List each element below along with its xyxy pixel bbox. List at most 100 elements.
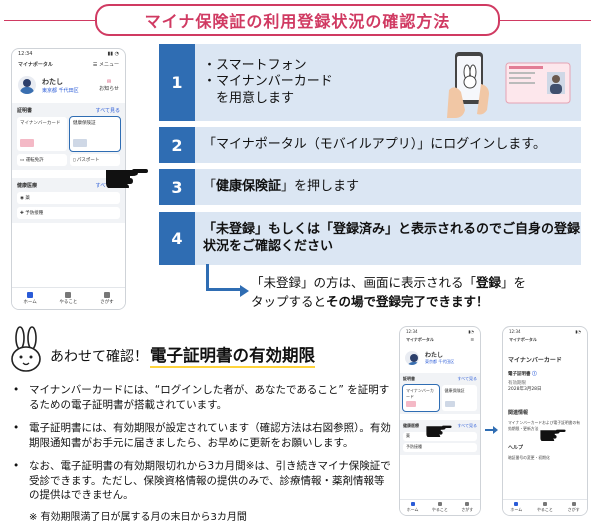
small-card-icon <box>406 401 416 407</box>
mynumber-card-tile[interactable]: マイナンバーカード <box>17 117 67 151</box>
medicine-tile[interactable]: ◉ 薬 <box>17 192 120 204</box>
detail-help-link[interactable]: 暗証番号の変更・初期化 <box>503 453 587 463</box>
small-search-icon <box>465 502 470 506</box>
small-user-name: わたし <box>425 352 444 359</box>
connector-arrow-head <box>240 285 249 297</box>
note-l2-b: その場で登録完了できます！ <box>326 293 489 309</box>
step-2-number: 2 <box>159 127 195 163</box>
title-line-left <box>4 20 95 21</box>
license-tile[interactable]: ▭ 運転免許 <box>17 154 67 166</box>
step-1-line-2: ・マイナンバーカード <box>203 74 333 90</box>
inbox-label: お知らせ <box>99 85 119 92</box>
menu-label: メニュー <box>98 62 119 68</box>
page-title-text: マイナ保険証の利用登録状況の確認方法 <box>144 12 451 31</box>
section-pre: あわせて確認！ <box>50 349 148 365</box>
step-2-text: 「マイナポータル（モバイルアプリ）」にログインします。 <box>203 136 546 152</box>
small-home-time: 12:34 <box>406 329 418 334</box>
medicine-label: 薬 <box>25 196 30 201</box>
todo-icon <box>65 292 72 298</box>
step-4-line-2: 状況をご確認ください <box>203 238 334 254</box>
vaccine-label: 予防接種 <box>25 211 44 216</box>
pointing-hand-icon <box>106 169 148 188</box>
small-vaccine-tile[interactable]: 予防接種 <box>403 443 477 452</box>
nav-search[interactable]: さがす <box>100 292 114 305</box>
small-avatar <box>405 350 419 365</box>
inbox-button[interactable]: ✉ お知らせ <box>99 79 119 92</box>
page-title: マイナ保険証の利用登録状況の確認方法 <box>95 4 500 36</box>
status-time: 12:34 <box>18 51 33 57</box>
mynumber-card-icon <box>505 62 571 104</box>
step-3-text: 「健康保険証 」を押します <box>203 169 359 205</box>
insurance-card-icon <box>73 139 87 147</box>
search-icon <box>103 292 110 298</box>
health-insurance-label: 健康保険証 <box>73 121 96 126</box>
health-section-title: 健康医療 <box>17 183 38 189</box>
detail-nav-home-label: ホーム <box>510 507 523 512</box>
expiry-section-heading: あわせて確認！ 電子証明書の有効期限 <box>50 342 315 368</box>
small-nav-search[interactable]: さがす <box>461 502 473 513</box>
small-user-location: 東京都 千代田区 <box>425 359 455 364</box>
step-1-line-3: を用意します <box>203 90 295 106</box>
small-nav-todo-label: やること <box>431 507 448 512</box>
bullet-item: なお、電子証明書の有効期限切れから3カ月間※は、引き続きマイナ保険証で受診できま… <box>9 459 391 504</box>
nav-home[interactable]: ホーム <box>23 292 37 305</box>
small-mynumber-label: マイナンバーカード <box>406 388 434 399</box>
health-insurance-tile[interactable]: 健康保険証 <box>69 116 121 152</box>
small-nav-todo[interactable]: やること <box>432 502 448 513</box>
small-nav-home[interactable]: ホーム <box>407 502 419 513</box>
detail-home-icon <box>514 502 519 506</box>
detail-signal-icon: ▮◔ <box>575 329 581 334</box>
detail-expiry-value: 2028年3月28日 <box>508 387 542 392</box>
detail-nav-search[interactable]: さがす <box>568 502 580 513</box>
passport-label: パスポート <box>76 158 100 163</box>
step-1-number: 1 <box>159 44 195 121</box>
avatar <box>18 76 36 94</box>
bullet-item: マイナンバーカードには、“ログインした者が、あなたであること” を証明するための… <box>9 383 391 413</box>
rabbit-mascot-icon <box>11 326 41 372</box>
step-2: 2 「マイナポータル（モバイルアプリ）」にログインします。 <box>159 127 581 163</box>
detail-nav-todo-label: やること <box>536 507 553 512</box>
phone-small-detail: 12:34 ▮◔ マイナポータル マイナンバーカード 電子証明書 ⓘ 有効期限 2… <box>502 326 588 516</box>
signal-icon: ▮▮ ◔ <box>107 51 119 57</box>
nav-todo[interactable]: やること <box>59 292 77 305</box>
smartphone-hand-icon <box>447 52 489 118</box>
inbox-icon: ✉ <box>106 78 112 85</box>
nav-search-label: さがす <box>100 300 114 305</box>
cert-see-all-link[interactable]: すべて見る <box>96 107 120 114</box>
step-4-number: 4 <box>159 212 195 265</box>
step-1-text: ・スマートフォン ・マイナンバーカード を用意します <box>203 44 333 121</box>
detail-app-name: マイナポータル <box>509 337 537 342</box>
note-l1-b: 登録 <box>476 275 502 290</box>
small-hamburger-icon: ☰ <box>470 337 474 342</box>
home-icon <box>27 292 34 298</box>
detail-todo-icon <box>542 502 547 506</box>
connector-arrow <box>206 264 244 291</box>
user-name: わたし <box>42 77 63 86</box>
small-todo-icon <box>437 502 442 506</box>
menu-button[interactable]: ☰ メニュー <box>93 61 119 68</box>
user-profile[interactable]: わたし 東京都 千代田区 ✉ お知らせ <box>12 70 125 100</box>
pointing-hand-small-2-icon <box>540 429 566 441</box>
small-mynumber-tile[interactable]: マイナンバーカード <box>402 384 440 412</box>
small-health-link[interactable]: すべて見る <box>457 423 477 429</box>
small-insurance-tile[interactable]: 健康保険証 <box>441 385 477 411</box>
app-name: マイナポータル <box>18 62 53 68</box>
small-nav-home-label: ホーム <box>406 507 419 512</box>
vaccine-tile[interactable]: ✚ 予防接種 <box>17 207 120 219</box>
small-cert-link[interactable]: すべて見る <box>457 376 477 382</box>
step-3-text-pre: 「 <box>203 178 217 194</box>
small-home-app-name: マイナポータル <box>406 337 434 342</box>
info-icon: ⓘ <box>532 372 537 377</box>
detail-nav-home[interactable]: ホーム <box>510 502 522 513</box>
detail-time: 12:34 <box>509 329 521 334</box>
mynumber-card-label: マイナンバーカード <box>20 121 61 126</box>
small-signal-icon: ▮◔ <box>468 329 474 334</box>
nav-home-label: ホーム <box>23 300 37 305</box>
detail-cert-label: 電子証明書 <box>508 372 531 377</box>
step-3-text-post: 」を押します <box>281 178 360 194</box>
section-main: 電子証明書の有効期限 <box>150 342 315 368</box>
step-1-line-1: ・スマートフォン <box>203 58 307 74</box>
detail-search-icon <box>571 502 576 506</box>
detail-nav-todo[interactable]: やること <box>537 502 553 513</box>
step-4-line-1: 「未登録」もしくは「登録済み」と表示されるのでご自身の登録 <box>203 222 581 238</box>
